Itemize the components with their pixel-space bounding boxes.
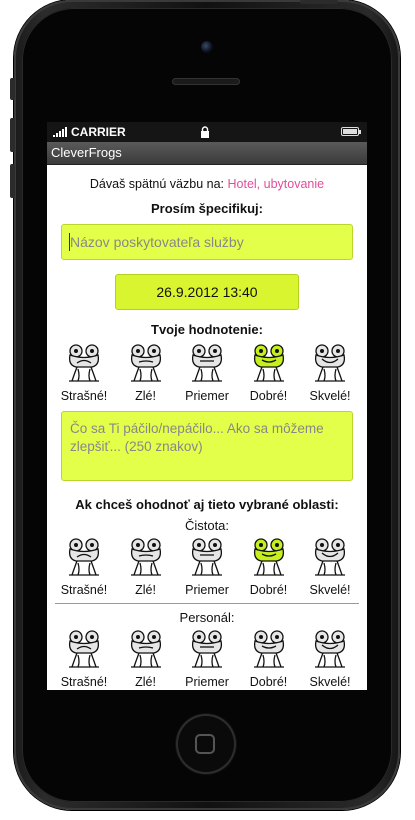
divider: [55, 603, 359, 604]
rating-option-label: Priemer: [185, 675, 229, 689]
staff-rating-option[interactable]: Zlé!: [117, 629, 175, 689]
rating-option-label: Priemer: [185, 389, 229, 403]
main-rating-option[interactable]: Skvelé!: [301, 343, 359, 403]
feedback-form: Dávaš spätnú väzbu na: Hotel, ubytovanie…: [47, 177, 367, 689]
main-rating-option[interactable]: Zlé!: [117, 343, 175, 403]
date-time-button[interactable]: 26.9.2012 13:40: [115, 274, 299, 310]
staff-rating-option[interactable]: Skvelé!: [301, 629, 359, 689]
rating-option-label: Priemer: [185, 583, 229, 597]
average-frog-icon: [187, 343, 227, 388]
average-frog-icon: [187, 537, 227, 582]
staff-rating-option[interactable]: Strašné!: [55, 629, 113, 689]
front-camera: [201, 41, 213, 53]
app-title-bar: CleverFrogs: [47, 142, 367, 165]
cleanliness-rating-option[interactable]: Dobré!: [240, 537, 298, 597]
app-screen: CARRIER CleverFrogs Dávaš spätnú väzbu n…: [47, 122, 367, 690]
good-frog-icon: [249, 629, 289, 674]
areas-heading: Ak chceš ohodnoť aj tieto vybrané oblast…: [75, 497, 339, 512]
rating-option-label: Skvelé!: [309, 583, 351, 597]
main-rating-option[interactable]: Strašné!: [55, 343, 113, 403]
average-frog-icon: [187, 629, 227, 674]
feedback-target: Dávaš spätnú väzbu na: Hotel, ubytovanie: [47, 177, 367, 191]
staff-rating-option[interactable]: Dobré!: [240, 629, 298, 689]
area-cleanliness-label: Čistota:: [184, 518, 230, 533]
cleanliness-rating-option[interactable]: Skvelé!: [301, 537, 359, 597]
power-button: [300, 0, 338, 4]
rating-option-label: Skvelé!: [309, 389, 351, 403]
rating-option-label: Zlé!: [135, 583, 156, 597]
volume-up-button: [10, 118, 15, 152]
comment-textarea[interactable]: Čo sa Ti páčilo/nepáčilo... Ako sa môžem…: [61, 411, 353, 481]
main-rating-row: Strašné! Zlé! Priemer Dobré! Skvelé!: [47, 343, 367, 403]
rating-heading: Tvoje hodnotenie:: [151, 322, 263, 337]
bad-frog-icon: [126, 343, 166, 388]
cleanliness-rating-option[interactable]: Priemer: [178, 537, 236, 597]
terrible-frog-icon: [64, 343, 104, 388]
volume-down-button: [10, 164, 15, 198]
specify-heading: Prosím špecifikuj:: [151, 201, 263, 216]
rating-option-label: Skvelé!: [309, 675, 351, 689]
cleanliness-rating-option[interactable]: Zlé!: [117, 537, 175, 597]
great-frog-icon: [310, 537, 350, 582]
carrier-label: CARRIER: [71, 125, 126, 139]
provider-name-input[interactable]: Názov poskytovateľa služby: [61, 224, 353, 260]
terrible-frog-icon: [64, 629, 104, 674]
great-frog-icon: [310, 629, 350, 674]
cleanliness-rating-option[interactable]: Strašné!: [55, 537, 113, 597]
good-frog-icon: [249, 343, 289, 388]
mute-switch: [10, 78, 15, 100]
rating-option-label: Dobré!: [249, 583, 288, 597]
staff-rating-row: Strašné! Zlé! Priemer Dobré! Skvelé!: [47, 629, 367, 689]
area-staff-label: Personál:: [179, 610, 235, 625]
bad-frog-icon: [126, 629, 166, 674]
rating-option-label: Zlé!: [135, 675, 156, 689]
rating-option-label: Strašné!: [60, 583, 108, 597]
home-button-icon: [195, 734, 215, 754]
rating-option-label: Strašné!: [60, 389, 108, 403]
cleanliness-rating-row: Strašné! Zlé! Priemer Dobré! Skvelé!: [47, 537, 367, 597]
provider-name-placeholder: Názov poskytovateľa služby: [70, 234, 244, 250]
great-frog-icon: [310, 343, 350, 388]
main-rating-option[interactable]: Priemer: [178, 343, 236, 403]
feedback-category-link[interactable]: Hotel, ubytovanie: [228, 177, 325, 191]
feedback-prefix: Dávaš spätnú väzbu na:: [89, 177, 225, 191]
lock-icon: [201, 126, 209, 138]
main-rating-option[interactable]: Dobré!: [240, 343, 298, 403]
rating-option-label: Dobré!: [249, 389, 288, 403]
comment-placeholder: Čo sa Ti páčilo/nepáčilo... Ako sa môžem…: [70, 421, 324, 454]
terrible-frog-icon: [64, 537, 104, 582]
app-title: CleverFrogs: [51, 145, 122, 160]
rating-option-label: Dobré!: [249, 675, 288, 689]
rating-option-label: Zlé!: [135, 389, 156, 403]
status-bar: CARRIER: [47, 122, 367, 142]
earpiece-speaker: [172, 78, 240, 85]
signal-icon: [53, 127, 67, 137]
good-frog-icon: [249, 537, 289, 582]
staff-rating-option[interactable]: Priemer: [178, 629, 236, 689]
battery-icon: [341, 127, 361, 136]
rating-option-label: Strašné!: [60, 675, 108, 689]
bad-frog-icon: [126, 537, 166, 582]
